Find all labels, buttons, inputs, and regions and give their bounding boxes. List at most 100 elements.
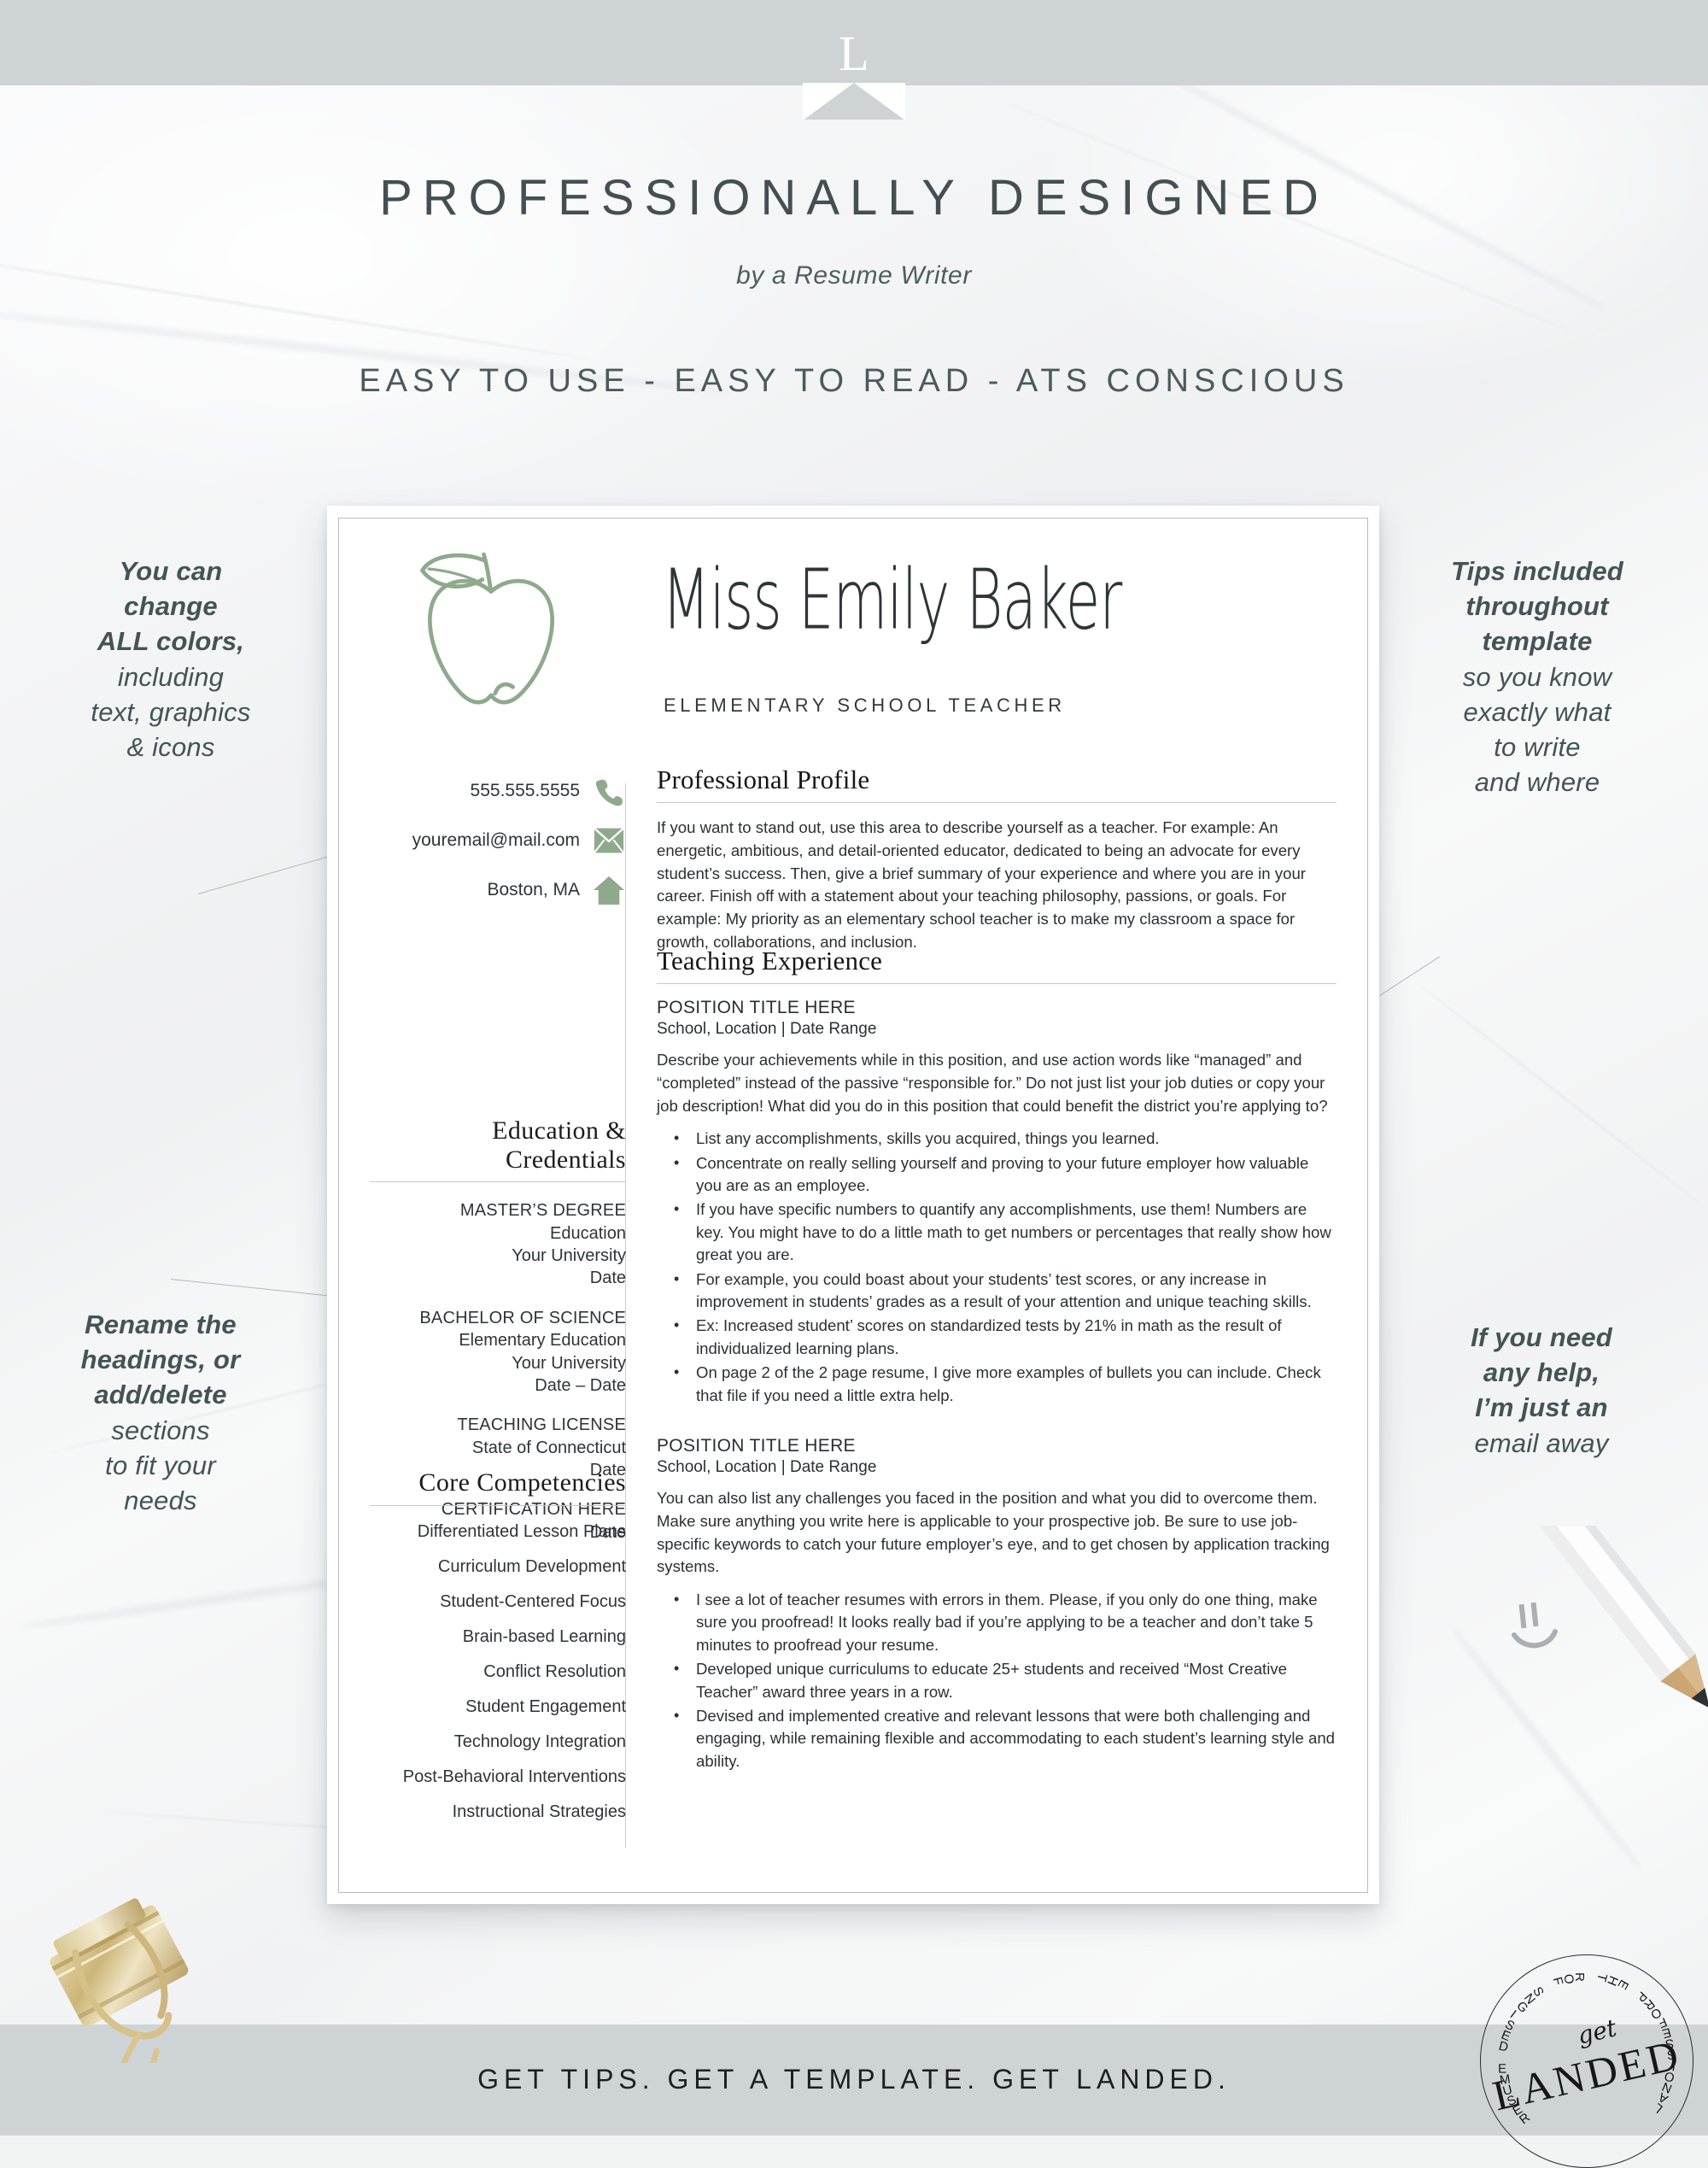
experience-heading: Teaching Experience <box>657 946 883 976</box>
position-body: Describe your achievements while in this… <box>657 1051 1328 1115</box>
education-heading: Education & Credentials <box>492 1116 626 1174</box>
annotation-line: any help, <box>1483 1357 1600 1388</box>
education-entry-line: State of Connecticut <box>471 1438 626 1457</box>
competency-item: Instructional Strategies <box>452 1802 626 1821</box>
competency-item: Student Engagement <box>465 1696 626 1716</box>
annotation-line: template <box>1482 626 1593 657</box>
candidate-name: Miss Emily Baker <box>662 551 1122 648</box>
competency-item: Differentiated Lesson Plans <box>417 1521 626 1541</box>
education-entry-line: Elementary Education <box>459 1331 626 1351</box>
position-meta: School, Location | Date Range <box>657 1020 877 1038</box>
annotation-line: add/delete <box>94 1380 227 1410</box>
education-entry: MASTER’S DEGREE Education Your University D… <box>370 1199 626 1290</box>
competency-item: Brain-based Learning <box>462 1626 626 1646</box>
annotation-line: exactly what <box>1463 696 1611 727</box>
position-bullet: Devised and implemented creative and rel… <box>674 1705 1337 1772</box>
experience-position: POSITION TITLE HERE School, Location | Da… <box>657 998 1337 1407</box>
competency-item: Technology Integration <box>453 1731 626 1751</box>
contact-value: Boston, MA <box>487 880 580 899</box>
profile-heading: Professional Profile <box>657 765 870 794</box>
education-entry: BACHELOR OF SCIENCE Elementary Education Y… <box>370 1307 626 1397</box>
annotation-line: Tips included <box>1451 556 1623 586</box>
position-bullet: List any accomplishments, skills you acq… <box>674 1128 1337 1150</box>
position-bullet: On page 2 of the 2 page resume, I give m… <box>674 1362 1337 1407</box>
annotation-line: Rename the <box>85 1310 237 1339</box>
annotation-bottom-right: If you need any help, I’m just an email awa… <box>1392 1320 1691 1461</box>
education-entry-title: TEACHING LICENSE <box>457 1415 626 1435</box>
education-rule <box>370 1181 626 1183</box>
competency-item: Curriculum Development <box>437 1556 626 1576</box>
position-bullet-list: I see a lot of teacher resumes with erro… <box>657 1589 1337 1772</box>
contact-value: youremail@mail.com <box>412 830 580 850</box>
annotation-line: change <box>124 591 218 622</box>
annotation-top-left: You can change ALL colors, including text, g… <box>34 554 307 765</box>
annotation-bottom-left: Rename the headings, or add/delete sections… <box>15 1307 306 1518</box>
apple-icon <box>414 549 568 712</box>
education-entry-line: Your University <box>512 1353 626 1373</box>
promo-title: PROFESSIONALLY DESIGNED <box>379 170 1329 226</box>
education-entry-line: Date <box>589 1269 626 1288</box>
education-entry-line: Education <box>550 1223 626 1243</box>
annotation-line: text, graphics <box>91 696 251 727</box>
education-entry-title: MASTER’S DEGREE <box>459 1201 626 1221</box>
resume-page[interactable]: Miss Emily Baker ELEMENTARY SCHOOL TEACH… <box>338 518 1368 1893</box>
contact-row[interactable]: Boston, MA <box>370 865 626 915</box>
get-landed-stamp: RESUME DESIGNS FOR THE PROFESSIONAL get … <box>1480 1954 1693 2168</box>
competency-item: Conflict Resolution <box>483 1661 626 1681</box>
footer-bar: GET TIPS. GET A TEMPLATE. GET LANDED. <box>0 2024 1708 2136</box>
home-icon <box>592 873 626 907</box>
annotation-line: headings, or <box>80 1345 241 1375</box>
binder-clip-photo <box>32 1879 220 2091</box>
annotation-line: ALL colors, <box>97 626 245 657</box>
phone-icon <box>592 774 626 808</box>
position-bullet-list: List any accomplishments, skills you acq… <box>657 1128 1337 1407</box>
annotation-line: to fit your <box>105 1450 216 1480</box>
annotation-line: email away <box>1474 1427 1609 1458</box>
profile-body: If you want to stand out, use this area … <box>657 818 1306 951</box>
annotation-line: & icons <box>126 732 215 763</box>
annotation-line: needs <box>124 1485 197 1516</box>
brand-ribbon: L <box>803 0 905 120</box>
annotation-line: sections <box>111 1415 210 1445</box>
position-bullet: If you have specific numbers to quantify… <box>674 1198 1337 1266</box>
annotation-line: including <box>117 661 225 692</box>
competency-item: Post-Behavioral Interventions <box>402 1767 626 1786</box>
annotation-line: throughout <box>1465 591 1609 622</box>
experience-section: Teaching Experience POSITION TITLE HERE S… <box>657 946 1337 1774</box>
position-title: POSITION TITLE HERE <box>657 1435 856 1456</box>
contact-row[interactable]: youremail@mail.com <box>370 816 626 865</box>
experience-position: POSITION TITLE HERE School, Location | Da… <box>657 1436 1337 1772</box>
annotation-line: to write <box>1494 732 1581 763</box>
contact-value: 555.555.5555 <box>470 781 580 800</box>
contact-row[interactable]: 555.555.5555 <box>370 766 626 816</box>
position-body: You can also list any challenges you fac… <box>657 1488 1330 1576</box>
pencil-photo <box>1533 1492 1708 1722</box>
competencies-heading: Core Competencies <box>418 1468 626 1497</box>
competencies-section: Core Competencies Differentiated Lesson … <box>370 1468 626 1838</box>
promo-subtitle: by a Resume Writer <box>736 261 972 290</box>
education-entry-line: Your University <box>512 1245 626 1265</box>
position-bullet: Developed unique curriculums to educate … <box>674 1658 1337 1703</box>
competencies-rule <box>370 1504 626 1506</box>
promo-tagline: EASY TO USE - EASY TO READ - ATS CONSCIO… <box>359 363 1349 399</box>
candidate-title: ELEMENTARY SCHOOL TEACHER <box>664 694 1066 716</box>
annotation-line: and where <box>1474 767 1600 798</box>
ribbon-monogram: L <box>839 26 869 81</box>
position-title: POSITION TITLE HERE <box>657 998 856 1017</box>
position-bullet: I see a lot of teacher resumes with erro… <box>674 1589 1337 1656</box>
envelope-icon <box>592 823 626 858</box>
annotation-line: If you need <box>1471 1322 1612 1352</box>
position-meta: School, Location | Date Range <box>657 1457 877 1476</box>
experience-rule <box>657 983 1337 984</box>
annotation-line: You can <box>119 556 223 586</box>
position-bullet: Concentrate on really selling yourself a… <box>674 1152 1337 1198</box>
position-bullet: Ex: Increased student’ scores on standar… <box>674 1315 1337 1360</box>
profile-rule <box>657 802 1337 803</box>
footer-tagline: GET TIPS. GET A TEMPLATE. GET LANDED. <box>477 2064 1231 2095</box>
education-entry-line: Date – Date <box>535 1375 626 1395</box>
stamp-arc-char: R <box>1572 1972 1587 1983</box>
education-entry-title: BACHELOR OF SCIENCE <box>419 1308 626 1327</box>
contact-list: 555.555.5555 youremail@mail.com Boston, MA <box>370 766 626 915</box>
profile-section: Professional Profile If you want to stan… <box>657 765 1337 954</box>
position-bullet: For example, you could boast about your … <box>674 1269 1337 1314</box>
